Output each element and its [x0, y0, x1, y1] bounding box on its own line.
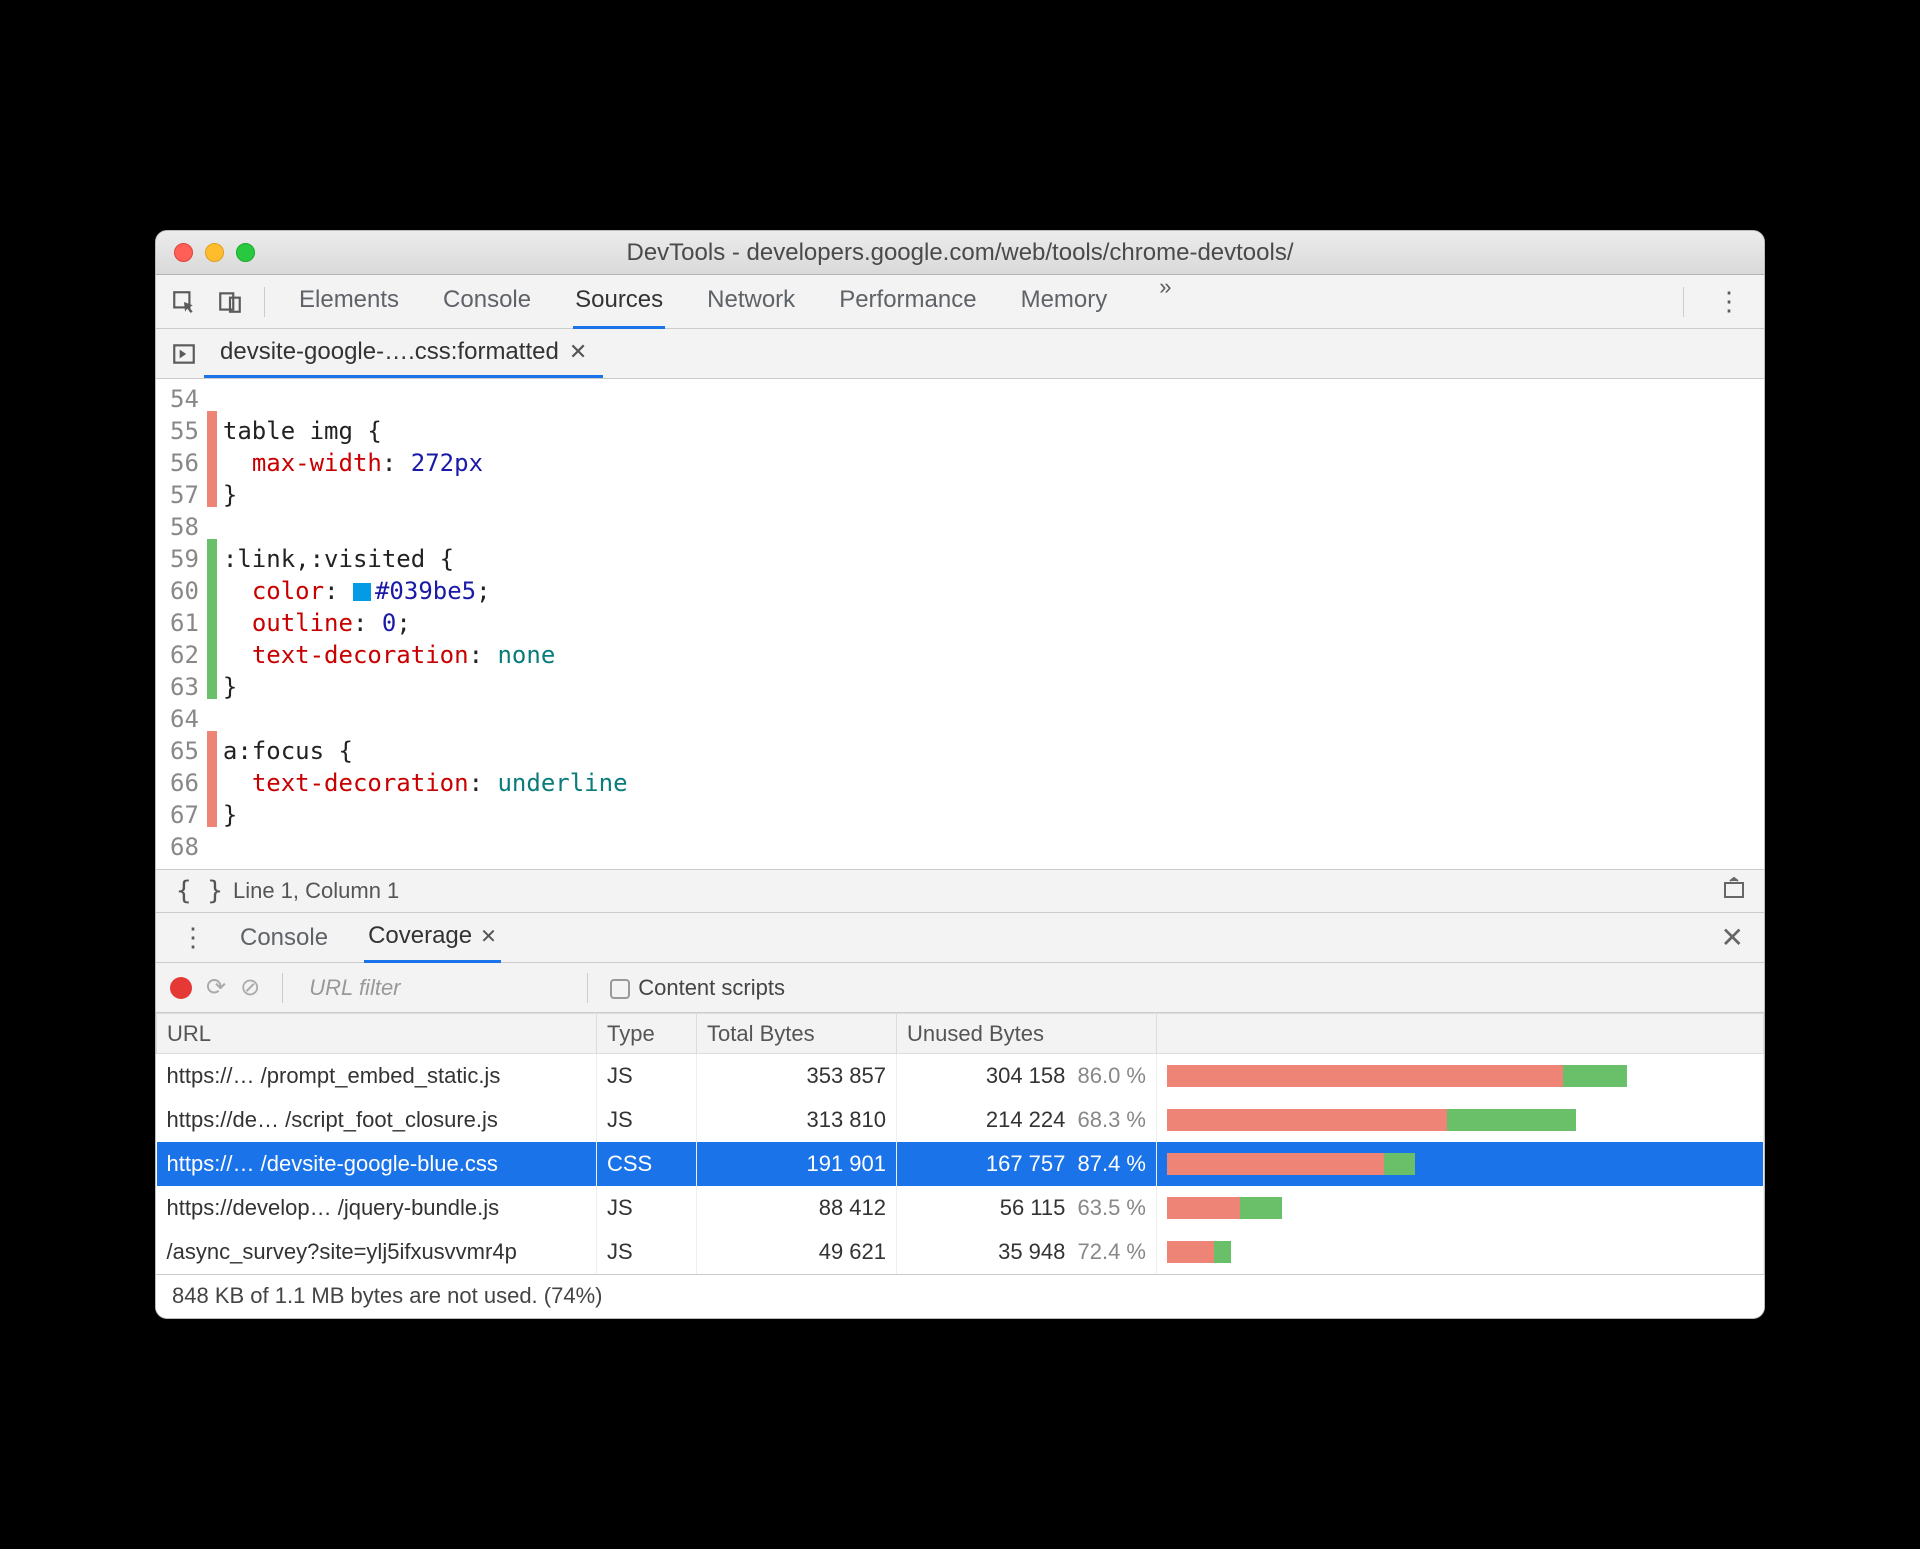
devtools-window: DevTools - developers.google.com/web/too… [155, 230, 1765, 1319]
more-tabs-chevron-icon[interactable]: » [1149, 274, 1181, 329]
inspect-element-icon[interactable] [164, 282, 204, 322]
main-toolbar: Elements Console Sources Network Perform… [156, 275, 1764, 329]
tab-memory[interactable]: Memory [1019, 274, 1110, 329]
col-header-bar[interactable] [1157, 1014, 1764, 1054]
col-header-url[interactable]: URL [157, 1014, 597, 1054]
toggle-sidebar-icon[interactable] [1714, 876, 1754, 906]
drawer-tab-label: Coverage [368, 922, 472, 950]
navigator-toggle-icon[interactable] [164, 341, 204, 367]
close-window-button[interactable] [174, 243, 193, 262]
code-editor[interactable]: 545556575859606162636465666768 table img… [156, 379, 1764, 869]
clear-icon[interactable]: ⊘ [240, 973, 260, 1002]
divider [587, 973, 588, 1003]
record-button[interactable] [170, 977, 192, 999]
close-drawer-tab-icon[interactable]: ✕ [480, 924, 497, 949]
col-header-type[interactable]: Type [597, 1014, 697, 1054]
coverage-table: URL Type Total Bytes Unused Bytes https:… [156, 1013, 1764, 1274]
table-row[interactable]: https://… /prompt_embed_static.jsJS353 8… [157, 1054, 1764, 1098]
tab-performance[interactable]: Performance [837, 274, 978, 329]
file-tab-strip: devsite-google-….css:formatted ✕ [156, 329, 1764, 379]
coverage-toolbar: ⟳ ⊘ URL filter Content scripts [156, 963, 1764, 1013]
tab-sources[interactable]: Sources [573, 274, 665, 329]
coverage-gutter [207, 379, 217, 869]
file-tab[interactable]: devsite-google-….css:formatted ✕ [204, 329, 603, 378]
coverage-footer: 848 KB of 1.1 MB bytes are not used. (74… [156, 1274, 1764, 1318]
drawer-tab-coverage[interactable]: Coverage ✕ [364, 912, 501, 963]
coverage-summary: 848 KB of 1.1 MB bytes are not used. (74… [172, 1283, 602, 1309]
code-content[interactable]: table img { max-width: 272px}:link,:visi… [217, 379, 1764, 869]
minimize-window-button[interactable] [205, 243, 224, 262]
drawer-kebab-icon[interactable]: ⋮ [166, 922, 220, 953]
close-drawer-icon[interactable]: ✕ [1711, 921, 1754, 954]
table-row[interactable]: https://develop… /jquery-bundle.jsJS88 4… [157, 1186, 1764, 1230]
device-toggle-icon[interactable] [210, 282, 250, 322]
drawer-tab-bar: ⋮ Console Coverage ✕ ✕ [156, 913, 1764, 963]
reload-icon[interactable]: ⟳ [206, 973, 226, 1002]
editor-status-bar: { } Line 1, Column 1 [156, 869, 1764, 913]
divider [1683, 287, 1684, 317]
table-row[interactable]: https://… /devsite-google-blue.cssCSS191… [157, 1142, 1764, 1186]
file-tab-label: devsite-google-….css:formatted [220, 338, 559, 366]
window-titlebar: DevTools - developers.google.com/web/too… [156, 231, 1764, 275]
col-header-total[interactable]: Total Bytes [697, 1014, 897, 1054]
settings-kebab-icon[interactable]: ⋮ [1702, 286, 1756, 317]
drawer-tab-console[interactable]: Console [236, 914, 332, 962]
maximize-window-button[interactable] [236, 243, 255, 262]
col-header-unused[interactable]: Unused Bytes [897, 1014, 1157, 1054]
table-row[interactable]: https://de… /script_foot_closure.jsJS313… [157, 1098, 1764, 1142]
window-title: DevTools - developers.google.com/web/too… [156, 239, 1764, 267]
divider [264, 287, 265, 317]
drawer-tab-label: Console [240, 924, 328, 952]
content-scripts-label: Content scripts [638, 975, 785, 1000]
traffic-lights [156, 243, 255, 262]
content-scripts-checkbox[interactable]: Content scripts [610, 975, 785, 1001]
tab-console[interactable]: Console [441, 274, 533, 329]
cursor-position: Line 1, Column 1 [233, 878, 399, 904]
pretty-print-icon[interactable]: { } [166, 876, 233, 906]
close-file-tab-icon[interactable]: ✕ [569, 339, 587, 365]
url-filter-input[interactable]: URL filter [305, 975, 565, 1001]
tab-elements[interactable]: Elements [297, 274, 401, 329]
line-number-gutter: 545556575859606162636465666768 [156, 379, 207, 869]
panel-tabs: Elements Console Sources Network Perform… [279, 274, 1182, 329]
table-row[interactable]: /async_survey?site=ylj5ifxusvvmr4pJS49 6… [157, 1230, 1764, 1274]
tab-network[interactable]: Network [705, 274, 797, 329]
divider [282, 973, 283, 1003]
